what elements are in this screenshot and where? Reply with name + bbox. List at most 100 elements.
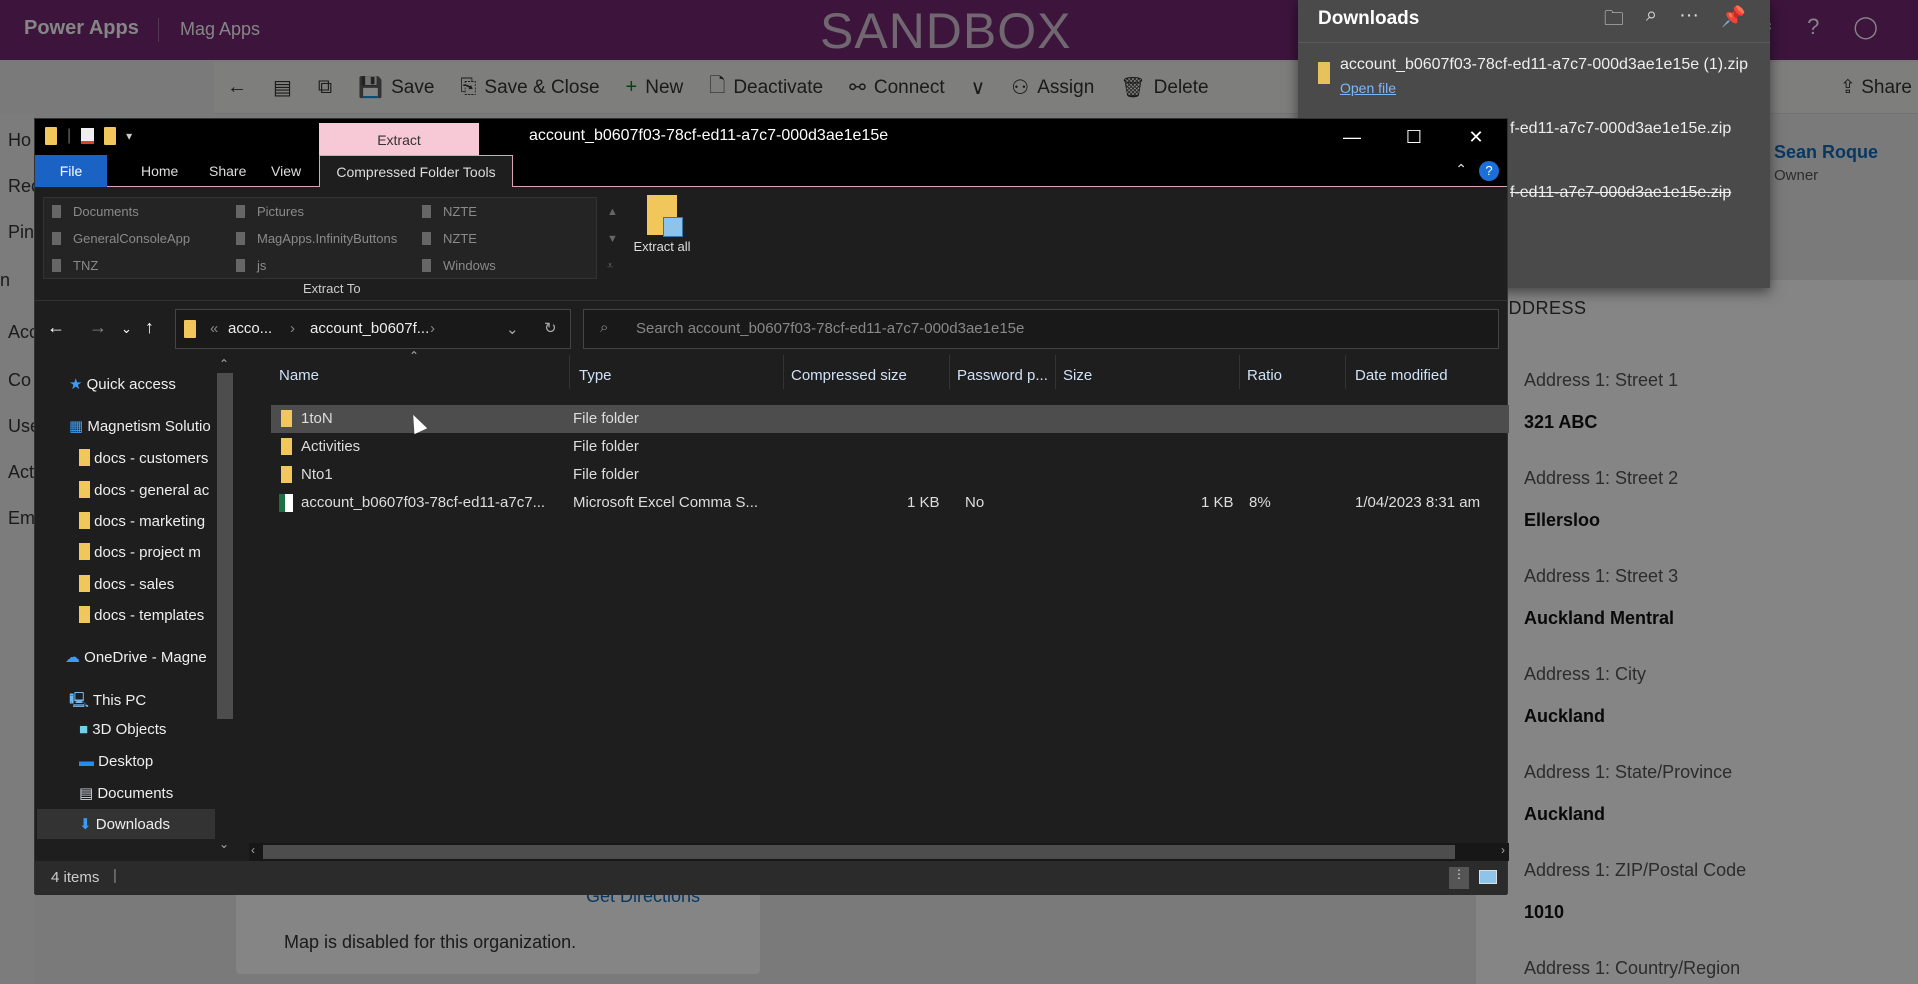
search-input[interactable]: ⌕ Search account_b0607f03-78cf-ed11-a7c7… (583, 309, 1499, 349)
help-icon[interactable]: ? (1807, 14, 1819, 39)
extract-context-tab[interactable]: Extract (319, 123, 479, 155)
collapse-ribbon-icon[interactable]: ⌃ (1455, 161, 1467, 178)
download-item[interactable]: f-ed11-a7c7-000d3ae1e15e.zip (1510, 120, 1731, 138)
gallery-item[interactable]: GeneralConsoleApp (52, 231, 190, 246)
column-separator[interactable] (1345, 355, 1346, 389)
nav-item-contacts[interactable]: Co (8, 370, 31, 391)
column-separator[interactable] (569, 355, 570, 389)
refresh-icon[interactable]: ↻ (544, 319, 557, 337)
nav-magnetism[interactable]: Magnetism Solutio (87, 418, 210, 435)
nav-folder[interactable]: docs - project m (94, 544, 201, 561)
nav-folder[interactable]: docs - customers (94, 450, 208, 467)
download-item[interactable]: account_b0607f03-78cf-ed11-a7c7-000d3ae1… (1340, 56, 1748, 74)
app-name[interactable]: Mag Apps (180, 19, 260, 40)
tab-view[interactable]: View (257, 155, 315, 187)
delete-button[interactable]: 🗑 Delete (1107, 62, 1221, 113)
scroll-left-icon[interactable]: ‹ (251, 843, 255, 857)
save-close-button[interactable]: ⎘ Save & Close (447, 62, 612, 113)
gallery-item[interactable]: NZTE (422, 204, 477, 219)
scroll-down-icon[interactable]: ⌄ (219, 837, 229, 851)
share-button[interactable]: ⇪ Share (1840, 76, 1912, 99)
overflow-chevron-icon[interactable]: « (210, 320, 218, 337)
field-value[interactable]: 321 ABC (1524, 412, 1597, 433)
nav-onedrive[interactable]: OneDrive - Magne (84, 649, 207, 666)
scroll-down-icon[interactable]: ▼ (607, 226, 618, 253)
nav-folder[interactable]: docs - templates (94, 607, 204, 624)
column-header-compressed-size[interactable]: Compressed size (791, 367, 907, 384)
deactivate-button[interactable]: 🗋 Deactivate (696, 62, 836, 113)
column-header-name[interactable]: Name (279, 367, 319, 384)
field-value[interactable]: Ellersloo (1524, 510, 1600, 531)
connect-more-button[interactable]: ∨ (958, 62, 999, 113)
large-icons-view-button[interactable] (1479, 870, 1497, 884)
expand-gallery-icon[interactable]: ⩡ (607, 253, 618, 280)
search-icon[interactable]: ⌕ (1646, 4, 1657, 38)
nav-item-email[interactable]: Em (8, 508, 35, 529)
scroll-up-icon[interactable]: ▲ (607, 199, 618, 226)
customize-qat-icon[interactable]: ▾ (126, 129, 132, 143)
nav-item-pinned[interactable]: Pin (8, 222, 34, 243)
column-separator[interactable] (783, 355, 784, 389)
horizontal-scrollbar[interactable]: ‹ › (249, 843, 1509, 861)
more-icon[interactable]: ··· (1679, 4, 1699, 38)
column-header-size[interactable]: Size (1063, 367, 1092, 384)
file-row[interactable]: Nto1 File folder (271, 461, 1509, 489)
download-item-deleted[interactable]: f-ed11-a7c7-000d3ae1e15e.zip (1510, 184, 1731, 202)
scrollbar-thumb[interactable] (263, 845, 1455, 859)
breadcrumb-item[interactable]: account_b0607f... (310, 320, 429, 337)
file-row[interactable]: 1toN File folder (271, 405, 1509, 433)
chevron-right-icon[interactable]: › (290, 320, 295, 337)
column-header-ratio[interactable]: Ratio (1247, 367, 1282, 384)
open-folder-icon[interactable]: 🗀 (1604, 4, 1624, 38)
nav-3d-objects[interactable]: 3D Objects (92, 721, 166, 738)
back-button[interactable]: ← (214, 62, 260, 113)
extract-all-button[interactable]: Extract all (631, 195, 693, 254)
connect-button[interactable]: ⚯ Connect (836, 62, 958, 113)
avatar[interactable]: ◯ (1853, 14, 1878, 39)
nav-this-pc[interactable]: This PC (93, 692, 146, 709)
form-button[interactable]: ▤ (260, 62, 305, 113)
close-button[interactable]: ✕ (1445, 119, 1507, 155)
tab-file[interactable]: File (35, 155, 107, 187)
file-row[interactable]: Activities File folder (271, 433, 1509, 461)
gallery-item[interactable]: MagApps.InfinityButtons (236, 231, 397, 246)
gallery-item[interactable]: js (236, 258, 266, 273)
owner-name[interactable]: Sean Roque (1774, 142, 1878, 163)
help-icon[interactable]: ? (1479, 161, 1499, 181)
nav-folder[interactable]: docs - marketing (94, 513, 205, 530)
nav-scrollbar[interactable] (217, 373, 233, 719)
field-value[interactable]: Auckland Mentral (1524, 608, 1674, 629)
new-button[interactable]: + New (613, 62, 697, 113)
address-bar[interactable]: « acco... › account_b0607f... › ⌄ ↻ (175, 309, 571, 349)
scroll-right-icon[interactable]: › (1501, 843, 1505, 857)
recent-locations-button[interactable]: ⌄ (121, 321, 132, 337)
assign-button[interactable]: ⚇ Assign (998, 62, 1107, 113)
column-header-password[interactable]: Password p... (957, 367, 1048, 384)
forward-button[interactable]: → (89, 317, 107, 338)
nav-downloads[interactable]: Downloads (96, 816, 170, 833)
nav-item-home[interactable]: Ho (8, 130, 31, 151)
column-separator[interactable] (949, 355, 950, 389)
new-folder-icon[interactable] (104, 127, 117, 145)
chevron-down-icon[interactable]: ⌄ (506, 320, 519, 338)
field-value[interactable]: Auckland (1524, 804, 1605, 825)
details-view-button[interactable]: ⋮ (1449, 867, 1469, 889)
nav-documents[interactable]: Documents (97, 785, 173, 802)
brand[interactable]: Power Apps (24, 17, 139, 40)
gallery-item[interactable]: Documents (52, 204, 139, 219)
column-header-date-modified[interactable]: Date modified (1355, 367, 1448, 384)
gallery-scroll[interactable]: ▲ ▼ ⩡ (607, 199, 618, 280)
column-separator[interactable] (1055, 355, 1056, 389)
breadcrumb-item[interactable]: acco... (228, 320, 272, 337)
nav-folder[interactable]: docs - sales (94, 576, 174, 593)
maximize-button[interactable]: ☐ (1383, 119, 1445, 155)
scroll-up-icon[interactable]: ⌃ (219, 357, 229, 371)
gallery-item[interactable]: NZTE (422, 231, 477, 246)
field-value[interactable]: Auckland (1524, 706, 1605, 727)
gallery-item[interactable]: TNZ (52, 258, 98, 273)
gallery-item[interactable]: Windows (422, 258, 496, 273)
tab-compressed-folder-tools[interactable]: Compressed Folder Tools (319, 155, 513, 187)
tab-share[interactable]: Share (195, 155, 260, 187)
minimize-button[interactable]: — (1321, 119, 1383, 155)
gallery-item[interactable]: Pictures (236, 204, 304, 219)
